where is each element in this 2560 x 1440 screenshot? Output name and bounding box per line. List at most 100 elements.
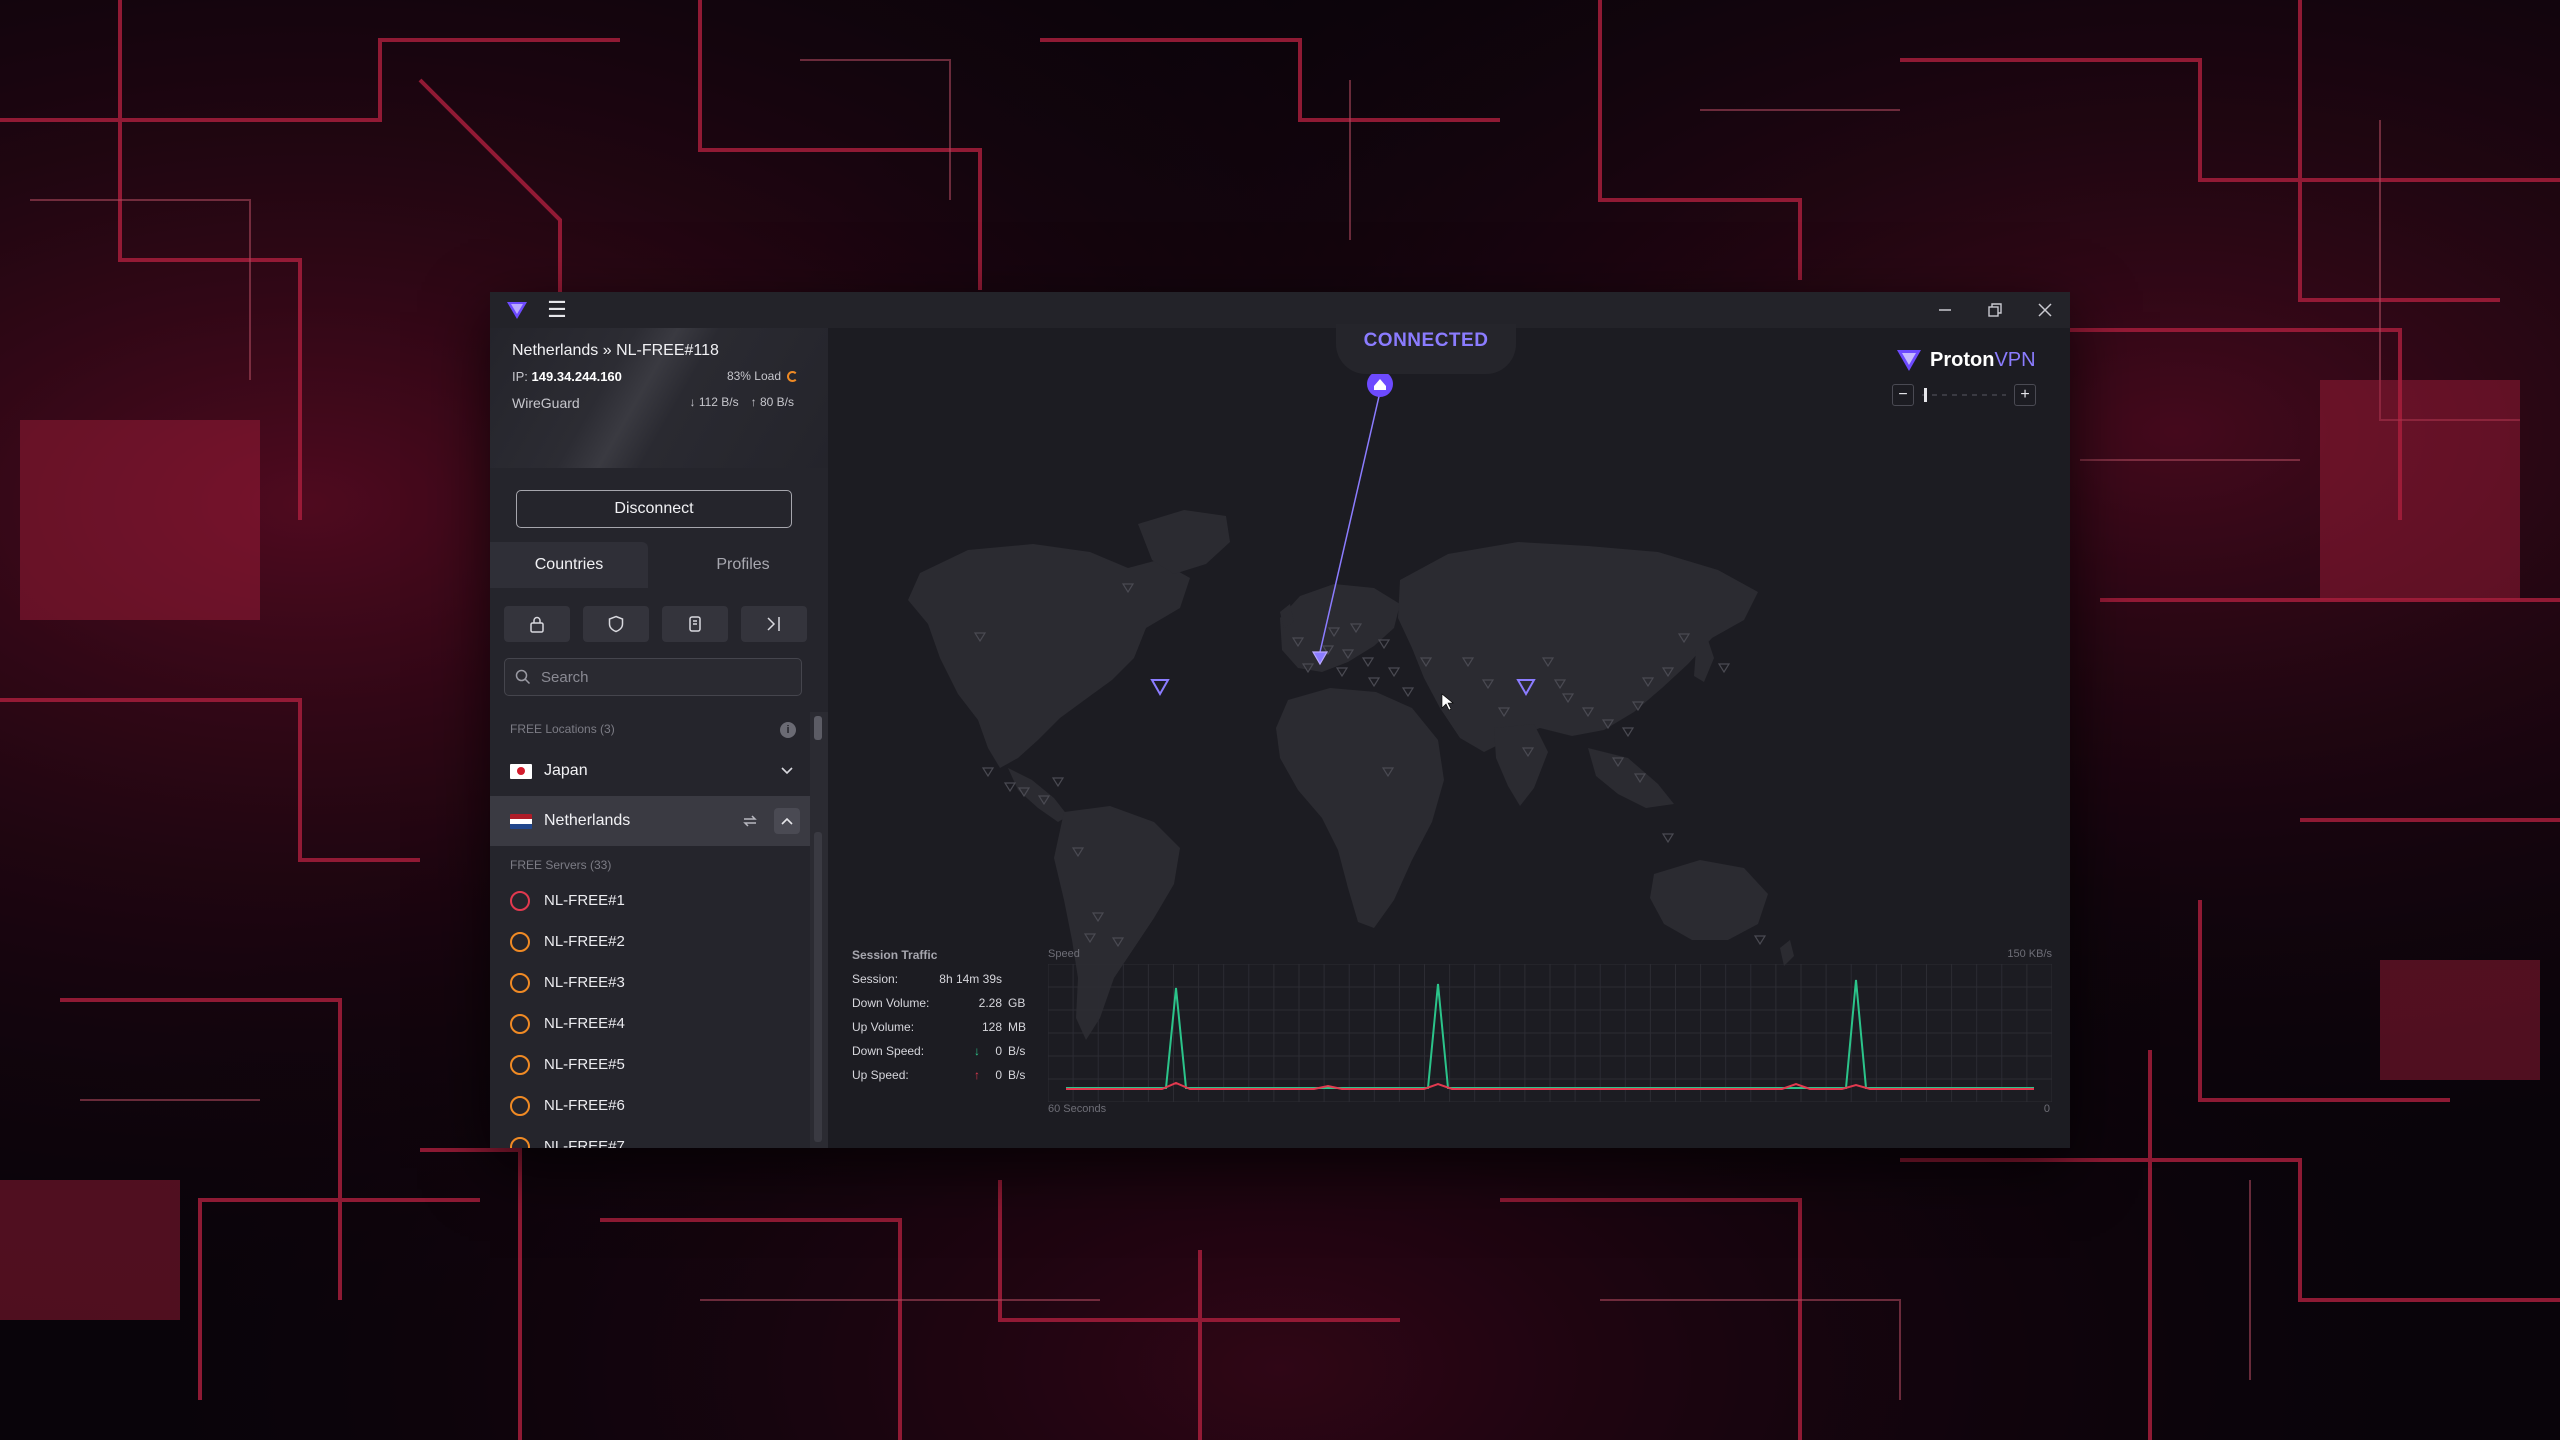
server-marker[interactable] bbox=[1051, 777, 1065, 788]
hamburger-icon[interactable]: ☰ bbox=[544, 297, 570, 323]
server-load-ring-icon bbox=[510, 931, 530, 952]
stat-value: 0 bbox=[995, 1068, 1002, 1082]
load-ring-icon bbox=[787, 370, 798, 382]
netherlands-flag-icon bbox=[510, 813, 532, 829]
country-name: Netherlands bbox=[544, 812, 631, 829]
server-item[interactable]: NL-FREE#6 bbox=[490, 1085, 810, 1126]
netshield-filter-button[interactable] bbox=[583, 606, 649, 642]
scrollbar-thumb[interactable] bbox=[814, 716, 822, 740]
list-scrollbar[interactable] bbox=[810, 712, 828, 1148]
tab-profiles[interactable]: Profiles bbox=[658, 542, 828, 588]
speed-chart-max: 150 KB/s bbox=[2007, 948, 2052, 960]
chart-grid bbox=[1048, 964, 2052, 1102]
search-field[interactable] bbox=[504, 658, 802, 696]
traffic-stat-row: Up Volume: 128 MB bbox=[852, 1020, 1042, 1036]
close-button[interactable] bbox=[2020, 292, 2070, 328]
reconnect-icon[interactable] bbox=[738, 809, 762, 833]
zoom-slider[interactable] bbox=[1922, 388, 2006, 402]
server-marker[interactable] bbox=[1335, 667, 1349, 678]
secure-core-filter-button[interactable] bbox=[504, 606, 570, 642]
search-icon bbox=[515, 669, 531, 685]
tor-filter-button[interactable] bbox=[662, 606, 728, 642]
traffic-stat-row: Down Speed: 0 B/s ↓ bbox=[852, 1044, 1042, 1060]
server-marker[interactable] bbox=[1717, 663, 1731, 674]
stat-label: Up Volume: bbox=[852, 1020, 915, 1034]
disconnect-button[interactable]: Disconnect bbox=[516, 490, 792, 528]
server-marker[interactable] bbox=[1003, 782, 1017, 793]
server-item[interactable]: NL-FREE#2 bbox=[490, 921, 810, 962]
connection-status-text: CONNECTED bbox=[1363, 330, 1489, 351]
protonvpn-logo-icon bbox=[504, 297, 530, 323]
connection-title: Netherlands » NL-FREE#118 bbox=[512, 342, 719, 359]
free-locations-header: FREE Locations (3) bbox=[510, 722, 615, 736]
server-item[interactable]: NL-FREE#3 bbox=[490, 962, 810, 1003]
server-item[interactable]: NL-FREE#4 bbox=[490, 1003, 810, 1044]
server-name: NL-FREE#1 bbox=[544, 892, 625, 909]
down-arrow-icon: ↓ bbox=[974, 1044, 980, 1058]
server-marker[interactable] bbox=[1661, 833, 1675, 844]
server-name: NL-FREE#7 bbox=[544, 1138, 625, 1148]
server-item[interactable]: NL-FREE#7 bbox=[490, 1126, 810, 1148]
australia-shape bbox=[1650, 860, 1768, 940]
server-marker[interactable] bbox=[981, 767, 995, 778]
info-icon[interactable]: i bbox=[780, 722, 796, 738]
country-list: FREE Locations (3) i Japan Netherlands F… bbox=[490, 712, 810, 1148]
map-area[interactable]: CONNECTED ProtonVPN − + Session Traffic … bbox=[828, 324, 2070, 1148]
up-arrow-icon: ↑ bbox=[974, 1068, 980, 1082]
collapse-chevron-up-icon[interactable] bbox=[774, 808, 800, 834]
stat-unit: B/s bbox=[1008, 1044, 1026, 1058]
server-item[interactable]: NL-FREE#5 bbox=[490, 1044, 810, 1085]
speed-chart bbox=[1048, 964, 2052, 1102]
home-location-marker[interactable] bbox=[1367, 371, 1393, 397]
connection-card: Netherlands » NL-FREE#118 IP: 149.34.244… bbox=[490, 328, 828, 468]
connection-status-pill: CONNECTED bbox=[1336, 324, 1516, 374]
zoom-out-button[interactable]: − bbox=[1892, 384, 1914, 406]
zoom-in-button[interactable]: + bbox=[2014, 384, 2036, 406]
country-item-japan[interactable]: Japan bbox=[490, 746, 810, 796]
upload-speed: ↑ 80 B/s bbox=[750, 395, 794, 409]
title-bar: ☰ bbox=[490, 292, 2070, 328]
server-marker[interactable] bbox=[1753, 935, 1767, 946]
server-marker[interactable] bbox=[1401, 687, 1415, 698]
server-load-ring-icon bbox=[510, 1095, 530, 1116]
server-marker[interactable] bbox=[1367, 677, 1381, 688]
server-name: NL-FREE#4 bbox=[544, 1015, 625, 1032]
brand-name: ProtonVPN bbox=[1930, 348, 2036, 371]
central-america-shape bbox=[1008, 768, 1068, 822]
japan-flag-icon bbox=[510, 763, 532, 779]
expand-chevron-down-icon[interactable] bbox=[774, 758, 800, 784]
server-load-ring-icon bbox=[510, 1013, 530, 1034]
server-marker[interactable] bbox=[1377, 639, 1391, 650]
p2p-filter-button[interactable] bbox=[741, 606, 807, 642]
country-item-netherlands[interactable]: Netherlands bbox=[490, 796, 810, 846]
sidebar-tabs: Countries Profiles bbox=[490, 542, 828, 588]
server-load-ring-icon bbox=[510, 972, 530, 993]
protonvpn-window: ☰ Netherlands » NL-FREE#118 IP: 149.34.2… bbox=[490, 292, 2070, 1148]
server-marker[interactable] bbox=[1361, 657, 1375, 668]
us-server-marker[interactable] bbox=[1150, 679, 1170, 697]
connection-ip: IP: 149.34.244.160 bbox=[512, 369, 622, 384]
server-item[interactable]: NL-FREE#1 bbox=[490, 880, 810, 921]
connection-speeds: ↓ 112 B/s ↑ 80 B/s bbox=[689, 395, 794, 409]
search-input[interactable] bbox=[539, 667, 801, 687]
north-america-shape bbox=[908, 544, 1190, 768]
tor-onion-icon bbox=[689, 616, 701, 632]
sidebar: Netherlands » NL-FREE#118 IP: 149.34.244… bbox=[490, 328, 828, 1148]
server-marker[interactable] bbox=[1387, 667, 1401, 678]
stat-value: 0 bbox=[995, 1044, 1002, 1058]
zoom-slider-knob[interactable] bbox=[1924, 388, 1927, 402]
server-name: NL-FREE#5 bbox=[544, 1056, 625, 1073]
server-load-ring-icon bbox=[510, 890, 530, 911]
download-speed: ↓ 112 B/s bbox=[689, 395, 739, 409]
server-marker[interactable] bbox=[1621, 727, 1635, 738]
europe-shape bbox=[1280, 584, 1400, 672]
p2p-arrow-icon bbox=[767, 617, 780, 631]
tab-countries[interactable]: Countries bbox=[490, 542, 648, 588]
speed-chart-window: 60 Seconds bbox=[1048, 1103, 1107, 1115]
restore-button[interactable] bbox=[1970, 292, 2020, 328]
africa-shape bbox=[1276, 688, 1444, 928]
southeast-asia-shape bbox=[1588, 748, 1674, 808]
minimize-button[interactable] bbox=[1920, 292, 1970, 328]
stat-label: Down Volume: bbox=[852, 996, 930, 1010]
traffic-stat-row: Up Speed: 0 B/s ↑ bbox=[852, 1068, 1042, 1084]
